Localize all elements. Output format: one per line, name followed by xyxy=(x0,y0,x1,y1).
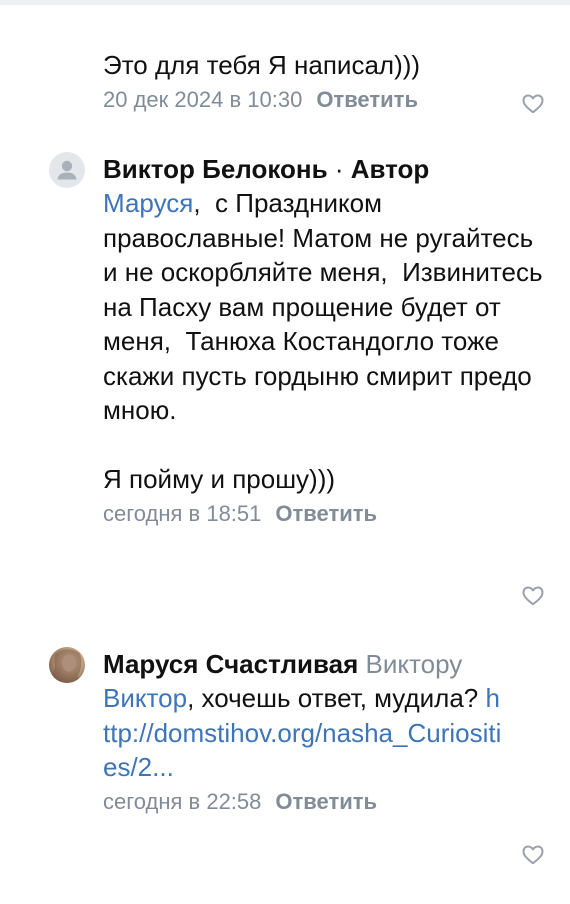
profile-photo xyxy=(49,649,85,683)
like-button[interactable] xyxy=(522,845,544,865)
comment-text: Маруся, с Праздником православные! Матом… xyxy=(103,186,553,497)
heart-outline-icon xyxy=(522,586,544,606)
heart-outline-icon xyxy=(522,94,544,114)
comment-date: сегодня в 22:58 xyxy=(103,788,262,814)
like-button[interactable] xyxy=(522,94,544,114)
comment-date: сегодня в 18:51 xyxy=(103,500,262,526)
heart-outline-icon xyxy=(522,845,544,865)
user-silhouette-icon xyxy=(57,160,77,180)
like-button[interactable] xyxy=(522,586,544,606)
reply-button[interactable]: Ответить xyxy=(275,789,377,814)
comment-body: , хочешь ответ, мудила? xyxy=(187,683,486,713)
author-name[interactable]: Маруся Счастливая xyxy=(103,649,358,679)
avatar[interactable] xyxy=(49,647,85,683)
comment-meta: сегодня в 18:51 Ответить xyxy=(103,499,553,529)
author-badge: Автор xyxy=(350,154,430,184)
mention-link[interactable]: Виктор xyxy=(103,683,187,713)
comment-text: Это для тебя Я написал))) xyxy=(103,50,421,80)
author-name[interactable]: Виктор Белоконь xyxy=(103,154,328,184)
avatar[interactable] xyxy=(49,152,85,188)
mention-link[interactable]: Маруся xyxy=(103,188,193,218)
reply-button[interactable]: Ответить xyxy=(316,87,418,112)
comment-meta: сегодня в 22:58 Ответить xyxy=(103,787,553,817)
comment-date: 20 дек 2024 в 10:30 xyxy=(103,86,303,112)
comment-text: Виктор, хочешь ответ, мудила? http://dom… xyxy=(103,681,503,785)
reply-button[interactable]: Ответить xyxy=(275,501,377,526)
reply-to-label[interactable]: Виктору xyxy=(366,649,463,679)
comment-header: Виктор Белоконь · Автор xyxy=(103,152,553,186)
top-divider xyxy=(0,0,570,5)
separator: · xyxy=(334,154,344,184)
comment-meta: 20 дек 2024 в 10:30 Ответить xyxy=(103,85,553,115)
comment-body: , с Праздником православные! Матом не ру… xyxy=(103,188,543,494)
comment-header: Маруся Счастливая Виктору xyxy=(103,647,553,681)
